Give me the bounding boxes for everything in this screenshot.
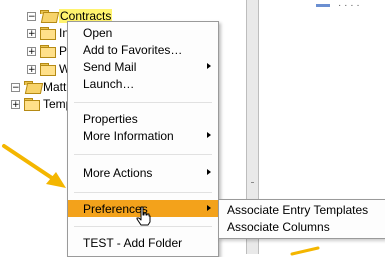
menu-item-label: More Information bbox=[83, 128, 174, 143]
menu-separator bbox=[74, 226, 212, 227]
menu-item-properties[interactable]: Properties bbox=[68, 110, 218, 127]
expand-icon[interactable]: + bbox=[11, 99, 20, 109]
folder-icon bbox=[40, 45, 56, 58]
menu-item-label: TEST - Add Folder bbox=[83, 235, 183, 250]
menu-item-label: Send Mail bbox=[83, 59, 137, 74]
folder-icon bbox=[40, 27, 56, 40]
menu-item-more-information[interactable]: More Information bbox=[68, 127, 218, 144]
folder-icon bbox=[24, 98, 40, 111]
folder-open-icon bbox=[40, 10, 60, 23]
submenu-item-associate-entry-templates[interactable]: Associate Entry Templates bbox=[227, 203, 368, 219]
submenu-arrow-icon bbox=[207, 132, 211, 138]
menu-separator bbox=[74, 154, 212, 155]
menu-item-label: Launch… bbox=[83, 76, 135, 91]
list-cell-fragment: · · · · bbox=[316, 0, 360, 11]
menu-item-send-mail[interactable]: Send Mail bbox=[68, 58, 218, 75]
collapse-icon[interactable]: − bbox=[27, 11, 36, 21]
tree-item-label[interactable]: Matt bbox=[43, 80, 66, 94]
expand-icon[interactable]: + bbox=[27, 28, 36, 38]
menu-item-test-add-folder[interactable]: TEST - Add Folder bbox=[68, 234, 218, 251]
submenu-arrow-icon bbox=[207, 63, 211, 69]
tree-item[interactable]: + P bbox=[27, 43, 67, 59]
hand-cursor-icon bbox=[136, 206, 151, 226]
folder-open-icon bbox=[24, 81, 44, 94]
submenu-arrow-icon bbox=[207, 169, 211, 175]
menu-item-launch[interactable]: Launch… bbox=[68, 75, 218, 92]
tree-item[interactable]: + Temp bbox=[11, 96, 72, 112]
tree-item[interactable]: − Matt bbox=[11, 79, 66, 95]
tree-item[interactable]: + W bbox=[27, 61, 70, 77]
menu-separator bbox=[74, 102, 212, 103]
menu-item-label: Properties bbox=[83, 111, 138, 126]
folder-icon bbox=[40, 63, 56, 76]
collapse-icon[interactable]: − bbox=[11, 82, 20, 92]
submenu-arrow-icon bbox=[207, 205, 211, 211]
menu-item-open[interactable]: Open bbox=[68, 24, 218, 41]
menu-item-label: Add to Favorites… bbox=[83, 42, 183, 57]
menu-item-label: Open bbox=[83, 25, 113, 40]
submenu-item-associate-columns[interactable]: Associate Columns bbox=[227, 220, 330, 236]
menu-separator bbox=[74, 192, 212, 193]
tree-item[interactable]: + In bbox=[27, 25, 69, 41]
menu-item-add-to-favorites[interactable]: Add to Favorites… bbox=[68, 41, 218, 58]
expand-icon[interactable]: + bbox=[27, 46, 36, 56]
annotation-arrow bbox=[290, 246, 320, 256]
preferences-submenu: Associate Entry Templates Associate Colu… bbox=[218, 199, 385, 239]
menu-item-more-actions[interactable]: More Actions bbox=[68, 164, 218, 181]
menu-item-label: More Actions bbox=[83, 165, 153, 180]
tree-item-label[interactable]: P bbox=[59, 44, 67, 58]
expand-icon[interactable]: + bbox=[27, 64, 36, 74]
